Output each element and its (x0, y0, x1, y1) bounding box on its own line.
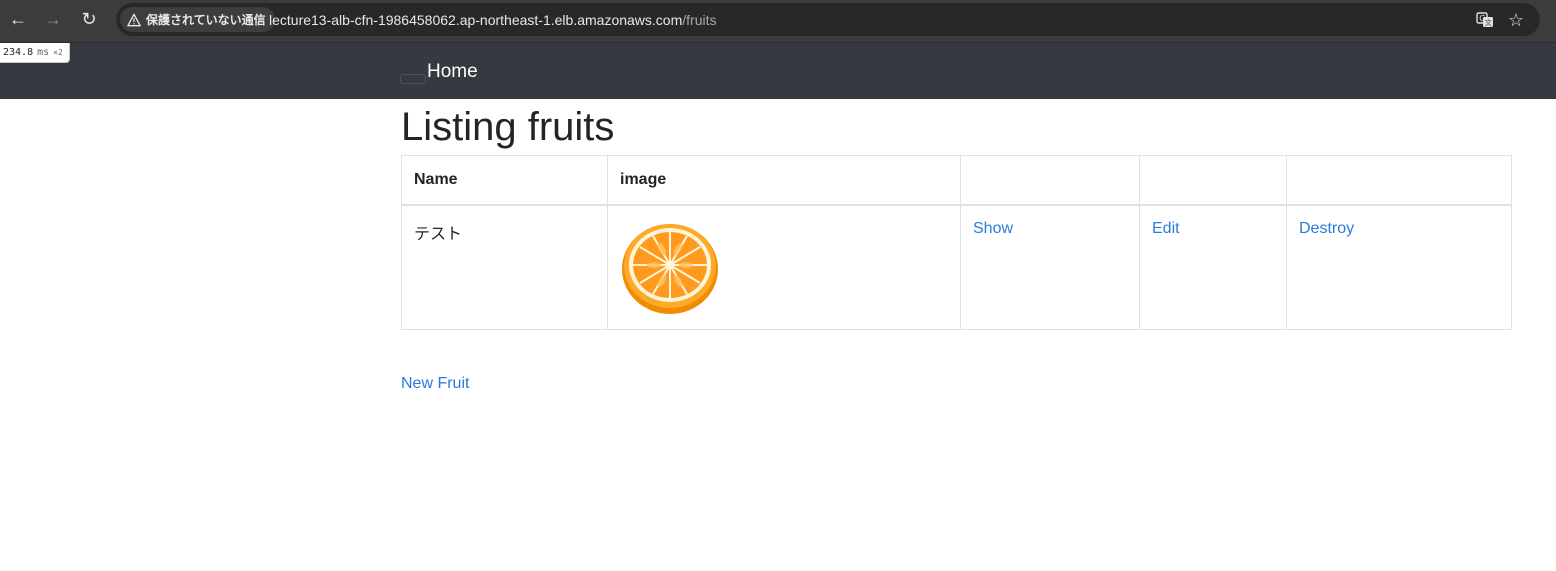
url-path: /fruits (682, 12, 717, 28)
warning-icon (127, 13, 141, 26)
column-header-edit (1139, 155, 1287, 206)
url-host: lecture13-alb-cfn-1986458062.ap-northeas… (269, 12, 683, 28)
table-header-row: Name image (401, 155, 1512, 206)
show-cell: Show (960, 204, 1140, 330)
column-header-show (960, 155, 1140, 206)
orange-slice-image (622, 224, 718, 314)
timing-value: 234.8 (3, 47, 34, 58)
address-bar[interactable]: 保護されていない通信 lecture13-alb-cfn-1986458062.… (116, 3, 1540, 36)
navbar-brand-home[interactable]: Home (427, 61, 478, 83)
page-title: Listing fruits (401, 105, 615, 149)
forward-arrow-icon[interactable]: → (42, 8, 64, 30)
edit-link[interactable]: Edit (1152, 220, 1180, 237)
column-header-image: image (607, 155, 961, 206)
destroy-link[interactable]: Destroy (1299, 220, 1354, 237)
bookmark-star-icon[interactable]: ☆ (1505, 9, 1527, 31)
fruit-image-cell (607, 204, 961, 330)
destroy-cell: Destroy (1286, 204, 1512, 330)
back-arrow-icon[interactable]: ← (7, 8, 29, 30)
table-row: テスト Show Edit Destroy (401, 204, 1512, 330)
timing-multiplier: ×2 (53, 48, 63, 57)
svg-text:文: 文 (1485, 18, 1492, 27)
navbar: Home (0, 43, 1556, 99)
security-label: 保護されていない通信 (146, 13, 266, 27)
browser-toolbar: ← → ↻ 保護されていない通信 lecture13-alb-cfn-19864… (0, 0, 1556, 43)
show-link[interactable]: Show (973, 220, 1013, 237)
navbar-toggler[interactable] (400, 74, 426, 84)
translate-icon[interactable]: G 文 (1474, 9, 1496, 31)
edit-cell: Edit (1139, 204, 1287, 330)
fruit-name-cell: テスト (401, 204, 608, 330)
security-indicator[interactable]: 保護されていない通信 (120, 7, 275, 32)
timing-unit: ms (37, 47, 50, 58)
url-text[interactable]: lecture13-alb-cfn-1986458062.ap-northeas… (269, 12, 716, 28)
reload-icon[interactable]: ↻ (78, 8, 100, 30)
fruits-table: Name image テスト Show Edit Destroy (401, 155, 1512, 330)
column-header-destroy (1286, 155, 1512, 206)
column-header-name: Name (401, 155, 608, 206)
timing-badge: 234.8 ms ×2 (0, 43, 70, 63)
new-fruit-link[interactable]: New Fruit (401, 375, 469, 393)
